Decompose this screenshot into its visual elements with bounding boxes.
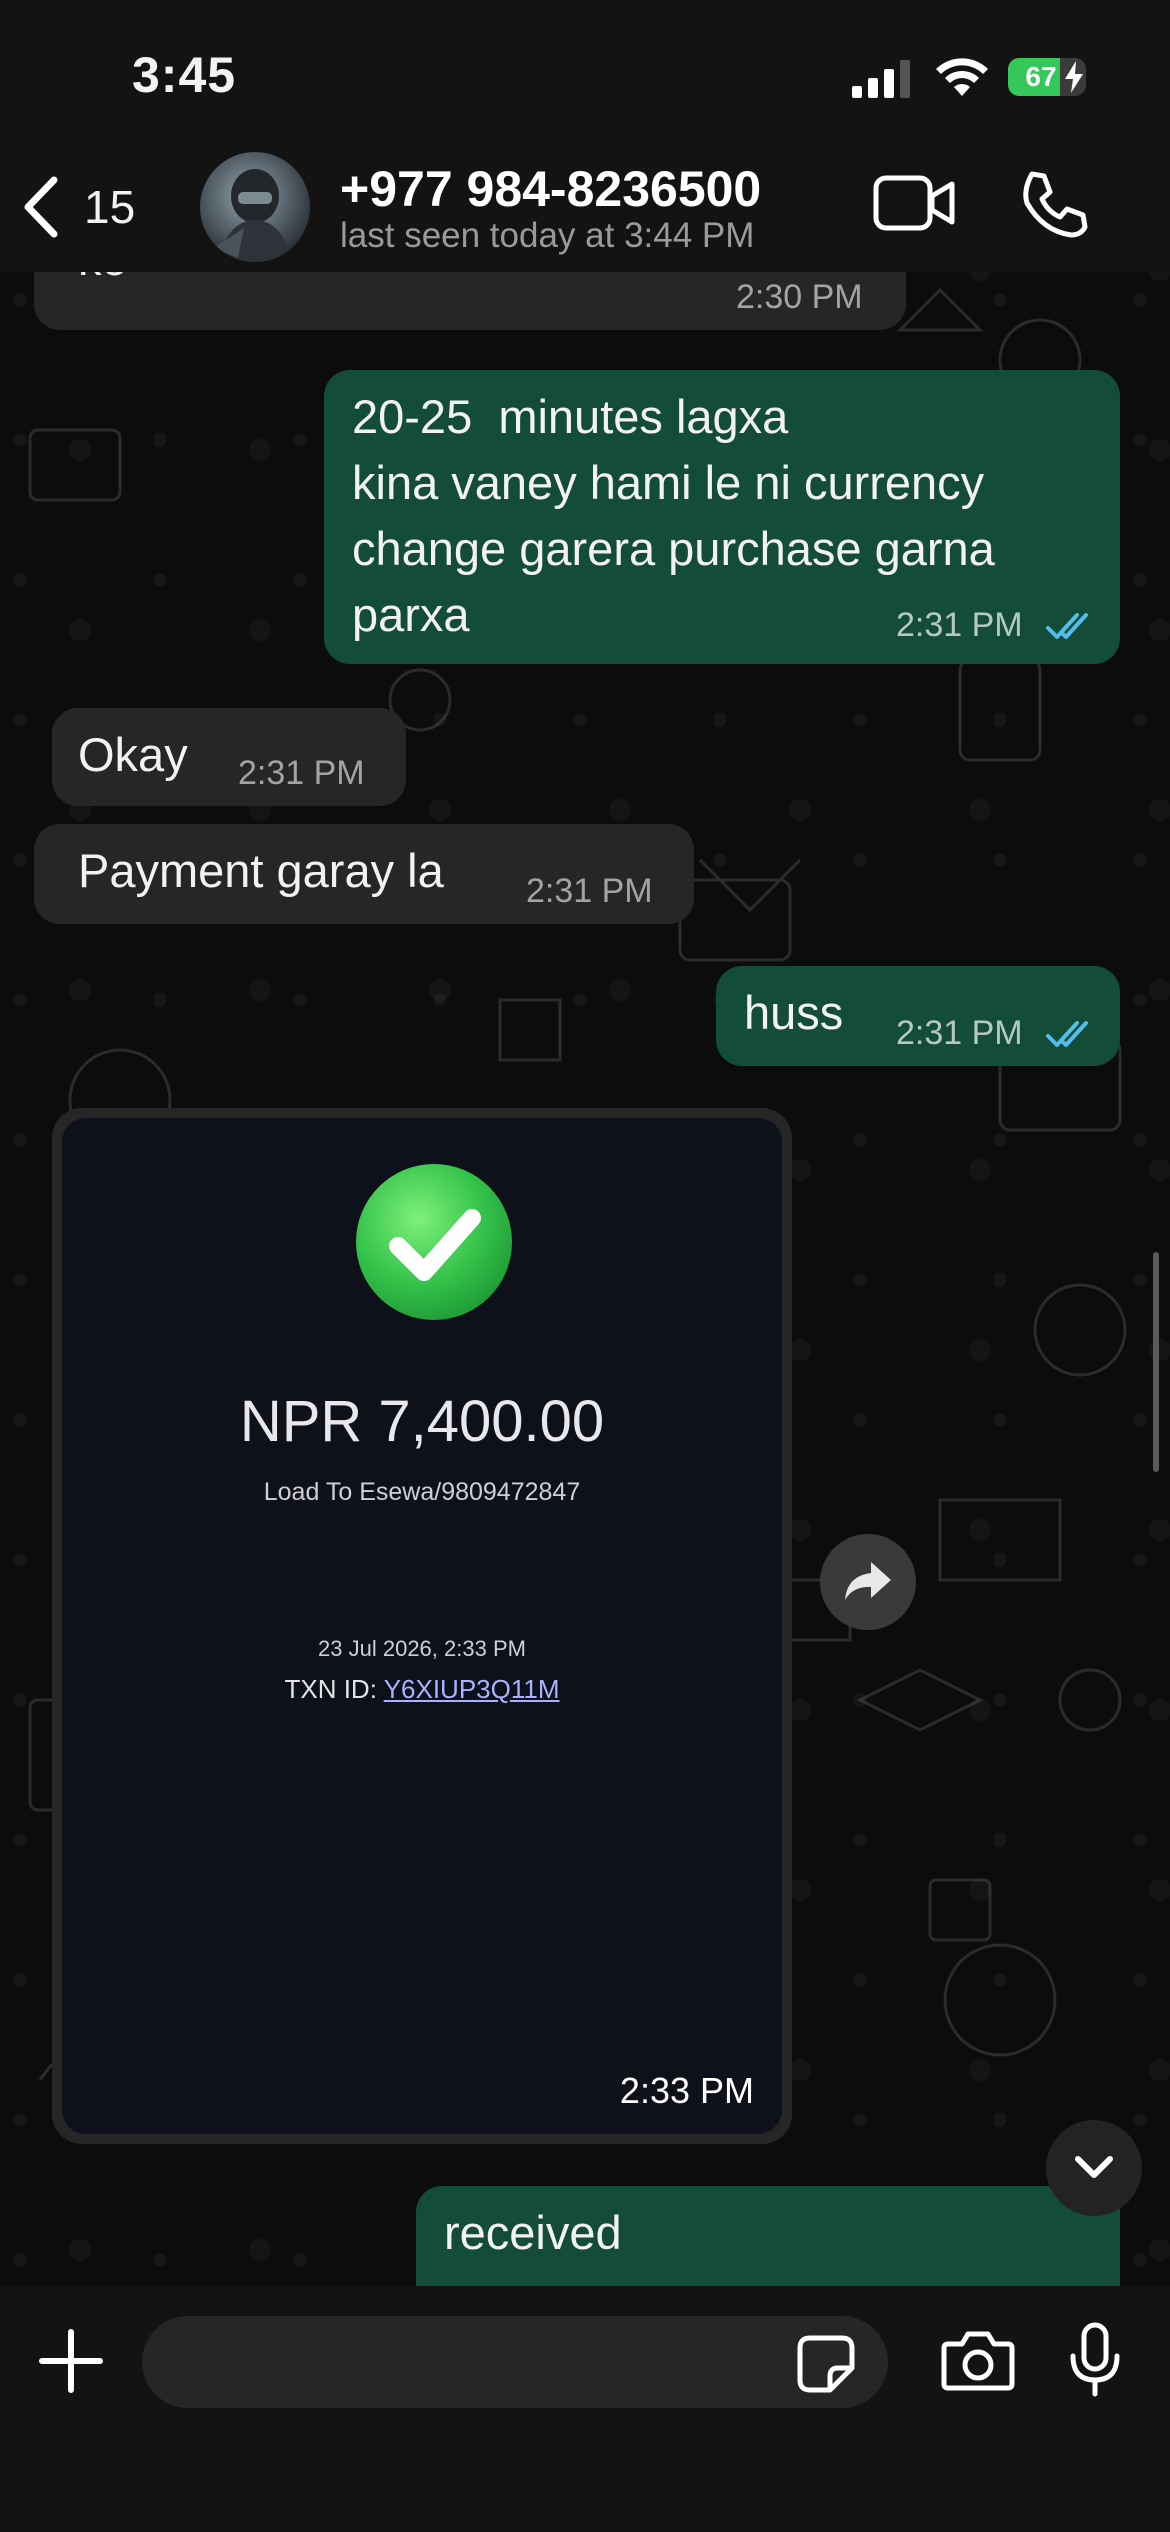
- message-time: 2:31 PM: [896, 606, 1023, 644]
- message-input[interactable]: [142, 2316, 888, 2408]
- last-seen-status: last seen today at 3:44 PM: [340, 216, 755, 255]
- microphone-icon[interactable]: [1068, 2322, 1122, 2398]
- back-chevron-icon: [24, 176, 58, 238]
- plus-icon[interactable]: [36, 2326, 106, 2396]
- payment-receipt-image[interactable]: NPR 7,400.00 Load To Esewa/9809472847 23…: [62, 1118, 782, 2134]
- wifi-icon: [936, 58, 988, 96]
- message-text: received: [444, 2206, 622, 2259]
- message-bubble-outgoing[interactable]: 20-25 minutes lagxa kina vaney hami le n…: [324, 370, 1120, 664]
- forward-button[interactable]: [820, 1534, 916, 1630]
- sticker-icon[interactable]: [796, 2334, 856, 2394]
- message-time: 2:33 PM: [619, 2070, 754, 2111]
- message-bubble-incoming[interactable]: Okay 2:31 PM: [52, 708, 406, 806]
- message-composer: [0, 2286, 1170, 2532]
- message-bubble-outgoing[interactable]: received: [416, 2186, 1120, 2286]
- message-bubble-incoming[interactable]: Payment garay la 2:31 PM: [34, 824, 694, 924]
- read-receipt-icon: [1046, 1021, 1088, 1047]
- image-message-bubble[interactable]: NPR 7,400.00 Load To Esewa/9809472847 23…: [52, 1108, 792, 2144]
- success-check-icon: [356, 1164, 512, 1320]
- message-time: 2:30 PM: [736, 278, 863, 316]
- scrollbar[interactable]: [1153, 1252, 1159, 1472]
- unread-chats-count: 15: [84, 181, 136, 233]
- phone-icon[interactable]: [1018, 168, 1088, 238]
- message-list[interactable]: ko 2:30 PM 20-25 minutes lagxa kina vane…: [0, 272, 1170, 2286]
- forward-arrow-icon: [845, 1562, 891, 1600]
- receipt-amount: NPR 7,400.00: [239, 1389, 605, 1454]
- read-receipt-icon: [1046, 613, 1088, 639]
- message-bubble-incoming[interactable]: ko 2:30 PM: [34, 272, 906, 330]
- whatsapp-chat-screen: 3:45 67 15 +977 984-8236500 last seen to…: [0, 0, 1170, 2532]
- receipt-description: Load To Esewa/9809472847: [263, 1478, 581, 1506]
- video-camera-icon[interactable]: [872, 172, 956, 234]
- chevron-down-icon: [1075, 2156, 1113, 2178]
- receipt-date: 23 Jul 2026, 2:33 PM: [318, 1636, 526, 1661]
- chat-header: 15 +977 984-8236500 last seen today at 3…: [0, 150, 1170, 272]
- contact-avatar[interactable]: [200, 152, 310, 262]
- message-text: Payment garay la: [78, 844, 444, 897]
- avatar-image: [214, 169, 292, 262]
- camera-icon[interactable]: [940, 2330, 1016, 2392]
- txn-id-link[interactable]: Y6XIUP3Q11M: [384, 1674, 560, 1704]
- back-button[interactable]: 15: [22, 172, 135, 242]
- status-time: 3:45: [132, 47, 237, 103]
- status-bar: 3:45 67: [0, 0, 1170, 150]
- receipt-txn-row: TXN ID: Y6XIUP3Q11M: [62, 1674, 782, 1705]
- message-time: 2:31 PM: [526, 872, 653, 910]
- scroll-to-bottom-button[interactable]: [1046, 2120, 1142, 2216]
- message-time: 2:31 PM: [238, 754, 365, 792]
- txn-label: TXN ID:: [284, 1674, 384, 1704]
- message-text: Okay: [78, 728, 188, 781]
- message-text: ko: [78, 272, 128, 292]
- contact-name[interactable]: +977 984-8236500: [340, 160, 761, 218]
- message-time: 2:31 PM: [896, 1014, 1023, 1052]
- charging-bolt-icon: [1065, 61, 1083, 93]
- message-text: huss: [744, 986, 844, 1039]
- cellular-signal-icon: [852, 60, 910, 98]
- message-bubble-outgoing[interactable]: huss 2:31 PM: [716, 966, 1120, 1066]
